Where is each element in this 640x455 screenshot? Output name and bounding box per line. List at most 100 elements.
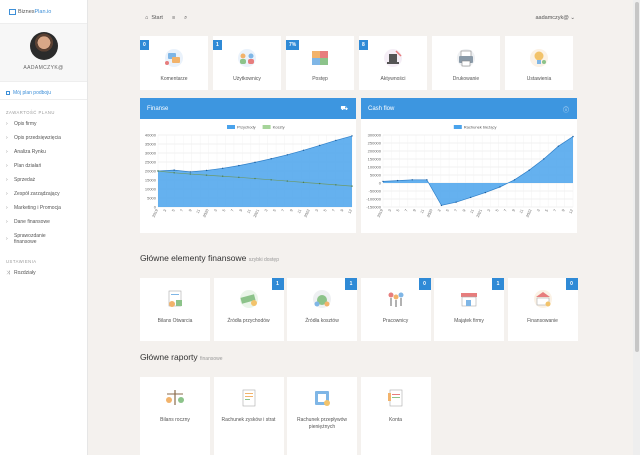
data-point bbox=[396, 179, 399, 182]
card-financing[interactable]: 0 Finansowanie bbox=[507, 278, 578, 341]
financial-reports-heading: Główne raporty finansowe bbox=[140, 352, 223, 362]
data-point bbox=[238, 164, 240, 167]
x-tick-label: 2021 bbox=[253, 209, 260, 218]
sidebar-item-label: Analiza Rynku bbox=[14, 149, 46, 155]
avatar[interactable] bbox=[29, 32, 58, 60]
sidebar-item-chapters[interactable]: ⤨ Rozdziały bbox=[0, 266, 87, 280]
card-label: Rachunek zysków i strat bbox=[221, 417, 276, 423]
card-label: Źródła kosztów bbox=[305, 318, 339, 324]
financial-elements-subtitle: szybki dostęp bbox=[248, 257, 279, 263]
sidebar-section-settings: USTAWIENIA bbox=[6, 259, 37, 264]
x-tick-label: 11 bbox=[297, 209, 302, 214]
x-tick-label: 5 bbox=[171, 209, 176, 213]
x-tick-label: 7 bbox=[404, 209, 409, 213]
tile-settings[interactable]: Ustawienia bbox=[505, 36, 573, 90]
tile-progress[interactable]: 7% Postęp bbox=[286, 36, 354, 90]
x-tick-label: 2019 bbox=[152, 209, 159, 218]
sidebar-item-action-plan[interactable]: › Plan działań bbox=[0, 159, 87, 173]
sidebar-item-financial-report[interactable]: › Sprawozdanie finansowe bbox=[0, 229, 87, 249]
chevron-right-icon: › bbox=[6, 205, 8, 211]
data-point bbox=[557, 145, 560, 147]
balance-sheet-icon bbox=[168, 290, 182, 307]
card-label: Źródła przychodów bbox=[227, 318, 270, 324]
tile-users[interactable]: 1 Użytkownicy bbox=[213, 36, 281, 90]
app-logo[interactable]: Biznes Plan.io bbox=[0, 0, 87, 24]
menu-button[interactable]: ≡ bbox=[172, 15, 175, 21]
x-tick-label: 9 bbox=[512, 209, 517, 213]
data-point bbox=[426, 179, 428, 181]
data-point bbox=[469, 196, 472, 199]
scrollbar-thumb[interactable] bbox=[634, 2, 639, 352]
data-point bbox=[351, 185, 353, 187]
x-tick-label: 7 bbox=[281, 209, 286, 213]
sidebar-item-label: Rozdziały bbox=[14, 270, 36, 276]
data-point bbox=[270, 179, 272, 181]
legend-swatch bbox=[227, 125, 235, 129]
sidebar-item-team[interactable]: › Zespół zarządzający bbox=[0, 187, 87, 201]
sidebar-item-financial-data[interactable]: › Dane finansowe bbox=[0, 215, 87, 229]
data-point bbox=[173, 172, 175, 174]
card-accounts[interactable]: Konta bbox=[360, 377, 431, 455]
data-point bbox=[440, 204, 443, 207]
card-company-assets[interactable]: 1 Majątek firmy bbox=[434, 278, 504, 341]
tile-activities[interactable]: 8 Aktywności bbox=[359, 36, 427, 90]
info-icon[interactable]: ⓘ bbox=[563, 105, 569, 114]
card-cost-sources[interactable]: 1 Źródła kosztów bbox=[287, 278, 357, 341]
sidebar-section-plan: ZAWARTOŚĆ PLANU bbox=[6, 110, 55, 115]
data-point bbox=[302, 149, 305, 151]
sidebar-item-my-plan[interactable]: Mój plan podboju bbox=[0, 86, 87, 100]
printer-icon bbox=[457, 49, 475, 67]
chevron-right-icon: › bbox=[6, 163, 8, 169]
scrollbar[interactable] bbox=[633, 0, 640, 455]
sidebar-item-sales[interactable]: › Sprzedaż bbox=[0, 173, 87, 187]
document-icon bbox=[6, 90, 10, 95]
sidebar-item-label: Sprzedaż bbox=[14, 177, 36, 183]
sidebar-item-market[interactable]: › Analiza Rynku bbox=[0, 145, 87, 159]
data-point bbox=[335, 184, 337, 186]
card-annual-balance[interactable]: Bilans roczny bbox=[140, 377, 210, 455]
tile-printing[interactable]: Drukowanie bbox=[432, 36, 500, 90]
chevron-right-icon: › bbox=[6, 177, 8, 183]
search-button[interactable]: ⌕ bbox=[184, 15, 187, 22]
card-badge: 1 bbox=[345, 278, 357, 290]
sidebar: Biznes Plan.io AADAMCZYK@ Mój plan podboj… bbox=[0, 0, 88, 455]
start-link[interactable]: ⌂ Start bbox=[145, 15, 163, 21]
x-tick-label: 7 bbox=[332, 209, 337, 213]
data-point bbox=[254, 161, 256, 164]
tile-comments[interactable]: 0 Komentarze bbox=[140, 36, 208, 90]
chevron-right-icon: › bbox=[6, 121, 8, 127]
card-revenue-sources[interactable]: 1 Źródła przychodów bbox=[213, 278, 284, 341]
employees-icon bbox=[388, 292, 403, 307]
card-opening-balance[interactable]: Bilans Otwarcia bbox=[140, 278, 210, 341]
sidebar-item-marketing[interactable]: › Marketing i Promocja bbox=[0, 201, 87, 215]
financial-elements-cards: Bilans Otwarcia 1 Źródła przychodów 1 Źr… bbox=[140, 278, 581, 341]
shop-icon bbox=[461, 293, 477, 307]
sidebar-item-label: Zespół zarządzający bbox=[14, 191, 60, 197]
x-tick-label: 7 bbox=[503, 209, 508, 213]
y-tick-label: 5000 bbox=[147, 196, 157, 201]
card-cash-flow[interactable]: Rachunek przepływów pieniężnych bbox=[287, 377, 357, 455]
x-tick-label: 11 bbox=[246, 209, 251, 214]
card-profit-loss[interactable]: Rachunek zysków i strat bbox=[213, 377, 284, 455]
data-point bbox=[221, 167, 224, 169]
x-tick-label: 12 bbox=[568, 209, 573, 215]
cart-icon[interactable]: ⛟ bbox=[340, 105, 348, 113]
x-tick-label: 9 bbox=[340, 209, 345, 213]
data-point bbox=[318, 182, 321, 185]
card-badge: 0 bbox=[565, 278, 578, 290]
tile-badge: 7% bbox=[286, 40, 300, 50]
card-employees[interactable]: 0 Pracownicy bbox=[360, 278, 431, 341]
y-tick-label: 200000 bbox=[368, 149, 382, 154]
ledger-icon bbox=[387, 389, 402, 407]
data-point bbox=[499, 186, 501, 188]
sidebar-item-company[interactable]: › Opis firmy bbox=[0, 117, 87, 131]
data-point bbox=[528, 169, 530, 171]
user-menu[interactable]: aadamczyk@ ⌄ bbox=[535, 15, 575, 21]
money-bag-icon bbox=[313, 290, 331, 308]
legend-label: Rachunek bieżący bbox=[464, 125, 497, 130]
cashflow-chart: -150000-100000-5000005000010000015000020… bbox=[366, 125, 574, 219]
legend-label: Koszty bbox=[273, 125, 285, 130]
x-tick-label: 5 bbox=[222, 209, 227, 213]
finance-chart-panel: Finanse ⛟ 0 5000 10000 15000 20000 25000 30000… bbox=[140, 98, 356, 233]
sidebar-item-venture[interactable]: › Opis przedsięwzięcia bbox=[0, 131, 87, 145]
